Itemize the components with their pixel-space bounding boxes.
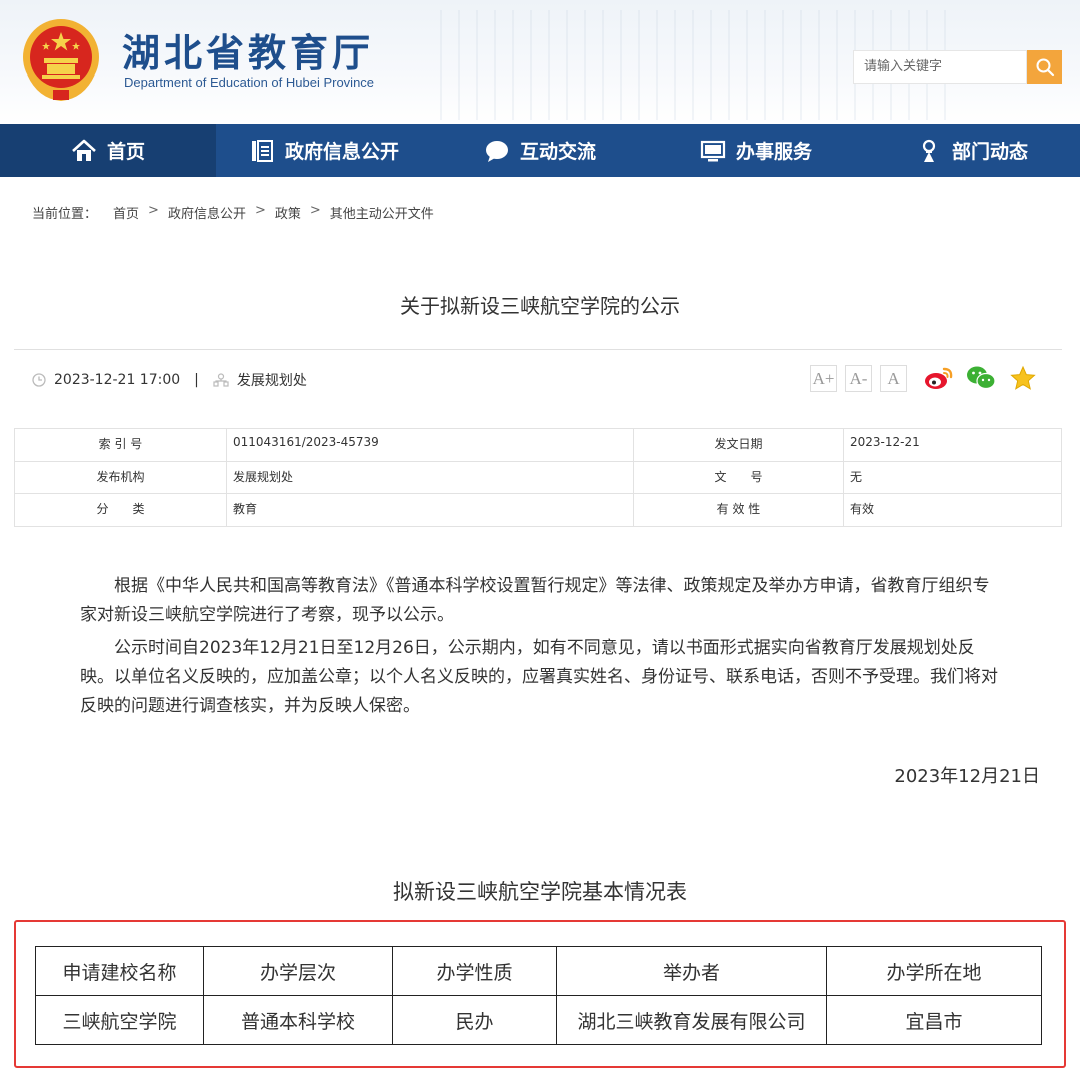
weibo-icon <box>925 367 953 389</box>
site-header: 湖北省教育厅 Department of Education of Hubei … <box>0 0 1080 124</box>
star-icon <box>1010 365 1036 390</box>
share-buttons <box>924 363 1038 393</box>
nav-item-label: 互动交流 <box>519 141 596 163</box>
table-row: 发布机构 发展规划处 文 号 无 <box>14 460 1062 495</box>
clock-icon <box>32 373 46 387</box>
nav-item-interaction[interactable]: 互动交流 <box>432 124 648 177</box>
breadcrumb-link-policy[interactable]: 政策 <box>275 203 301 222</box>
nav-item-label: 办事服务 <box>735 141 812 163</box>
breadcrumb-label: 当前位置： <box>32 207 98 222</box>
table-row: 索 引 号 011043161/2023-45739 发文日期 2023-12-… <box>14 428 1062 462</box>
chat-bubble-icon <box>485 140 508 162</box>
info-key: 发文日期 <box>633 428 844 462</box>
nav-item-services[interactable]: 办事服务 <box>648 124 864 177</box>
search-icon <box>1036 58 1054 77</box>
breadcrumb-separator: > <box>254 203 266 218</box>
table-cell: 普通本科学校 <box>203 995 393 1045</box>
nav-item-home[interactable]: 首页 <box>0 124 216 177</box>
table-header-cell: 办学所在地 <box>826 946 1042 996</box>
breadcrumb-separator: > <box>309 203 321 218</box>
info-value: 011043161/2023-45739 <box>226 428 634 462</box>
table-row: 分 类 教育 有 效 性 有效 <box>14 493 1062 527</box>
breadcrumb: 当前位置： 首页 > 政府信息公开 > 政策 > 其他主动公开文件 <box>32 203 434 222</box>
breadcrumb-link-home[interactable]: 首页 <box>113 203 139 222</box>
weibo-share-button[interactable] <box>924 363 954 393</box>
table-header-cell: 办学性质 <box>392 946 557 996</box>
nav-item-dept-news[interactable]: 部门动态 <box>864 124 1080 177</box>
basic-table-title: 拟新设三峡航空学院基本情况表 <box>393 880 687 904</box>
document-info-table: 索 引 号 011043161/2023-45739 发文日期 2023-12-… <box>14 428 1062 527</box>
font-increase-button[interactable]: A+ <box>810 365 837 392</box>
monitor-icon <box>700 140 726 161</box>
publish-department: 发展规划处 <box>236 373 307 389</box>
person-badge-icon <box>922 139 936 162</box>
info-key: 分 类 <box>14 493 227 527</box>
table-cell: 宜昌市 <box>826 995 1042 1045</box>
department-icon <box>213 373 229 387</box>
search-button[interactable] <box>1027 50 1062 84</box>
wechat-icon <box>967 366 996 390</box>
main-nav: 首页 政府信息公开 互动交流 办事服务 部门动态 <box>0 124 1080 177</box>
table-cell: 湖北三峡教育发展有限公司 <box>556 995 827 1045</box>
font-decrease-button[interactable]: A- <box>845 365 872 392</box>
national-emblem-icon <box>23 19 99 102</box>
info-value: 教育 <box>226 493 634 527</box>
search-input[interactable]: 请输入关键字 <box>853 50 1027 84</box>
signature-date: 2023年12月21日 <box>894 766 1040 787</box>
table-cell: 三峡航空学院 <box>35 995 204 1045</box>
info-key: 发布机构 <box>14 460 227 495</box>
paragraph: 根据《中华人民共和国高等教育法》《普通本科学校设置暂行规定》等法律、政策规定及举… <box>80 576 990 625</box>
basic-info-table: 申请建校名称 办学层次 办学性质 举办者 办学所在地 三峡航空学院 普通本科学校… <box>35 946 1042 1045</box>
info-value: 发展规划处 <box>226 460 634 495</box>
site-subtitle: Department of Education of Hubei Provinc… <box>124 75 375 90</box>
breadcrumb-link-other-files[interactable]: 其他主动公开文件 <box>330 203 434 222</box>
article-meta-bar: 2023-12-21 17:00 | 发展规划处 A+ A- A <box>14 349 1062 411</box>
table-cell: 民办 <box>392 995 557 1045</box>
nav-item-label: 首页 <box>106 141 145 163</box>
article-body: 根据《中华人民共和国高等教育法》《普通本科学校设置暂行规定》等法律、政策规定及举… <box>80 572 1000 725</box>
wechat-share-button[interactable] <box>966 363 996 393</box>
meta-separator: | <box>194 372 199 388</box>
site-title[interactable]: 湖北省教育厅 <box>122 22 374 77</box>
font-reset-button[interactable]: A <box>880 365 907 392</box>
info-value: 有效 <box>843 493 1062 527</box>
info-key: 有 效 性 <box>633 493 844 527</box>
font-size-controls: A+ A- A <box>810 365 907 392</box>
paragraph: 公示时间自2023年12月21日至12月26日，公示期内，如有不同意见，请以书面… <box>80 638 998 716</box>
home-icon <box>72 139 96 161</box>
table-row: 三峡航空学院 普通本科学校 民办 湖北三峡教育发展有限公司 宜昌市 <box>35 995 1042 1045</box>
info-value: 无 <box>843 460 1062 495</box>
favorite-button[interactable] <box>1008 363 1038 393</box>
article-title: 关于拟新设三峡航空学院的公示 <box>400 294 680 318</box>
table-header-cell: 申请建校名称 <box>35 946 204 996</box>
breadcrumb-separator: > <box>148 203 159 218</box>
info-key: 索 引 号 <box>14 428 227 462</box>
document-icon <box>251 139 273 162</box>
table-header-cell: 举办者 <box>556 946 827 996</box>
article-meta: 2023-12-21 17:00 | 发展规划处 <box>32 370 307 390</box>
nav-item-label: 政府信息公开 <box>284 141 399 163</box>
nav-item-label: 部门动态 <box>951 141 1028 163</box>
info-key: 文 号 <box>633 460 844 495</box>
info-value: 2023-12-21 <box>843 428 1062 462</box>
table-header-cell: 办学层次 <box>203 946 393 996</box>
nav-item-gov-info[interactable]: 政府信息公开 <box>216 124 432 177</box>
table-header-row: 申请建校名称 办学层次 办学性质 举办者 办学所在地 <box>35 946 1042 996</box>
publish-datetime: 2023-12-21 17:00 <box>54 372 181 388</box>
breadcrumb-link-gov-info[interactable]: 政府信息公开 <box>168 203 246 222</box>
